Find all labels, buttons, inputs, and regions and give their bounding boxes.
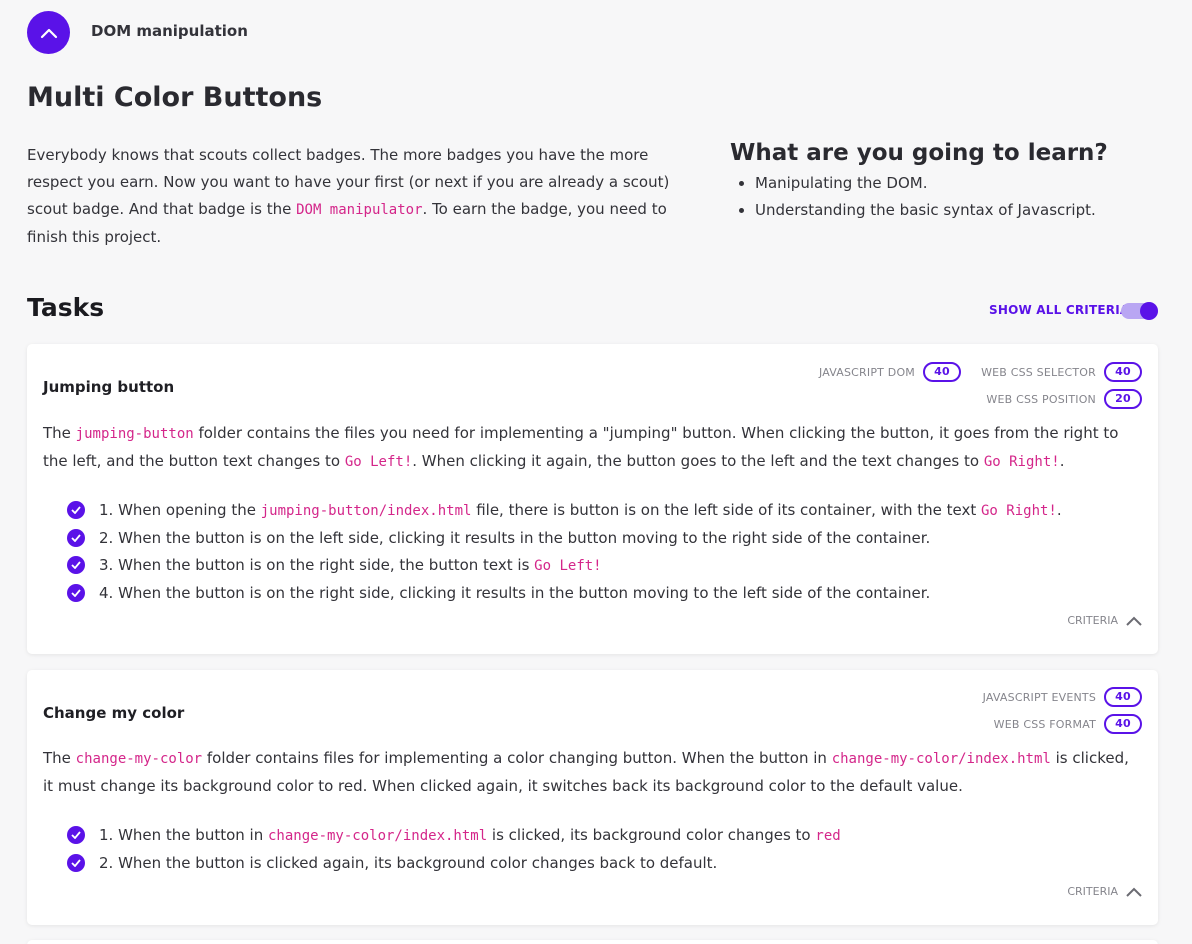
criteria-item: 3. When the button is on the right side,… — [67, 552, 1147, 580]
task-card-jumping-button: Jumping button JAVASCRIPT DOM 40 WEB CSS… — [27, 344, 1158, 654]
check-icon — [67, 826, 85, 844]
skill-name: WEB CSS FORMAT — [993, 717, 1096, 731]
skill-name: JAVASCRIPT EVENTS — [982, 690, 1096, 704]
skill-badge: JAVASCRIPT EVENTS 40 — [983, 687, 1142, 707]
collapse-button[interactable] — [27, 11, 70, 54]
criteria-label: CRITERIA — [1067, 885, 1118, 898]
skill-name: WEB CSS POSITION — [986, 392, 1096, 406]
check-icon — [67, 556, 85, 574]
criteria-code: jumping-button/index.html — [260, 503, 472, 519]
skill-badge: WEB CSS SELECTOR 40 — [981, 362, 1142, 382]
criteria-item: 1. When the button in change-my-color/in… — [67, 822, 1147, 850]
criteria-text: 2. When the button is on the left side, … — [99, 529, 931, 547]
check-icon — [67, 529, 85, 547]
desc-code: jumping-button — [75, 426, 194, 442]
desc-part: The — [43, 424, 76, 442]
desc-code: Go Left! — [344, 454, 413, 470]
desc-code: change-my-color — [75, 751, 203, 767]
task-title: Jumping button — [43, 378, 175, 396]
breadcrumb[interactable]: DOM manipulation — [91, 22, 248, 40]
criteria-item: 2. When the button is clicked again, its… — [67, 850, 1147, 877]
skill-name: WEB CSS SELECTOR — [981, 365, 1096, 379]
intro-text: Everybody knows that scouts collect badg… — [27, 142, 707, 251]
criteria-text: . — [1056, 501, 1062, 519]
show-all-criteria-label[interactable]: SHOW ALL CRITERIA — [989, 303, 1129, 317]
skill-badge: JAVASCRIPT DOM 40 — [819, 362, 961, 382]
task-title: Change my color — [43, 704, 185, 722]
criteria-code: Go Right! — [981, 503, 1057, 519]
check-icon — [67, 501, 85, 519]
skill-name: JAVASCRIPT DOM — [818, 365, 915, 379]
toggle-knob — [1140, 302, 1158, 320]
criteria-code: change-my-color/index.html — [268, 828, 488, 844]
show-all-criteria-toggle[interactable] — [1121, 302, 1158, 320]
chevron-up-icon — [1126, 616, 1142, 626]
desc-code: change-my-color/index.html — [831, 751, 1051, 767]
criteria-item: 2. When the button is on the left side, … — [67, 525, 1147, 552]
task-card-next — [27, 940, 1158, 944]
skill-points: 40 — [1104, 687, 1142, 707]
task-description: The jumping-button folder contains the f… — [43, 420, 1143, 476]
learn-list: Manipulating the DOM. Understanding the … — [755, 170, 1170, 224]
criteria-item: 1. When opening the jumping-button/index… — [67, 497, 1147, 525]
learn-item: Understanding the basic syntax of Javasc… — [755, 197, 1170, 224]
desc-code: Go Right! — [983, 454, 1060, 470]
skill-points: 20 — [1104, 389, 1142, 409]
check-icon — [67, 854, 85, 872]
learn-section: What are you going to learn? Manipulatin… — [730, 140, 1170, 224]
desc-part: . When clicking it again, the button goe… — [412, 452, 984, 470]
criteria-text: 1. When the button in — [99, 826, 268, 844]
check-icon — [67, 584, 85, 602]
desc-part: folder contains files for implementing a… — [202, 749, 832, 767]
criteria-list: 1. When opening the jumping-button/index… — [67, 497, 1147, 607]
page-title: Multi Color Buttons — [27, 82, 323, 113]
criteria-list: 1. When the button in change-my-color/in… — [67, 822, 1147, 877]
criteria-item: 4. When the button is on the right side,… — [67, 580, 1147, 607]
chevron-up-icon — [40, 28, 57, 38]
desc-part: . — [1059, 452, 1065, 470]
chevron-up-icon — [1126, 887, 1142, 897]
criteria-code: red — [815, 828, 841, 844]
task-card-change-my-color: Change my color JAVASCRIPT EVENTS 40 WEB… — [27, 670, 1158, 925]
criteria-collapse-button[interactable]: CRITERIA — [1067, 885, 1142, 898]
criteria-text: 4. When the button is on the right side,… — [99, 584, 931, 602]
top-bar: DOM manipulation — [0, 0, 1192, 64]
criteria-code: Go Left! — [534, 558, 602, 574]
criteria-text: is clicked, its background color changes… — [487, 826, 816, 844]
tasks-title: Tasks — [27, 293, 105, 322]
criteria-collapse-button[interactable]: CRITERIA — [1067, 614, 1142, 627]
criteria-text: 1. When opening the — [99, 501, 261, 519]
desc-part: The — [43, 749, 76, 767]
intro-code: DOM manipulator — [296, 202, 423, 218]
criteria-label: CRITERIA — [1067, 614, 1118, 627]
criteria-text: 3. When the button is on the right side,… — [99, 556, 535, 574]
learn-title: What are you going to learn? — [730, 140, 1108, 166]
skill-points: 40 — [1104, 362, 1142, 382]
skill-badge: WEB CSS POSITION 20 — [986, 389, 1142, 409]
criteria-text: file, there is button is on the left sid… — [471, 501, 981, 519]
task-description: The change-my-color folder contains file… — [43, 745, 1143, 800]
skill-points: 40 — [923, 362, 961, 382]
learn-item: Manipulating the DOM. — [755, 170, 1170, 197]
criteria-text: 2. When the button is clicked again, its… — [99, 854, 718, 872]
skill-badge: WEB CSS FORMAT 40 — [994, 714, 1142, 734]
skill-points: 40 — [1104, 714, 1142, 734]
